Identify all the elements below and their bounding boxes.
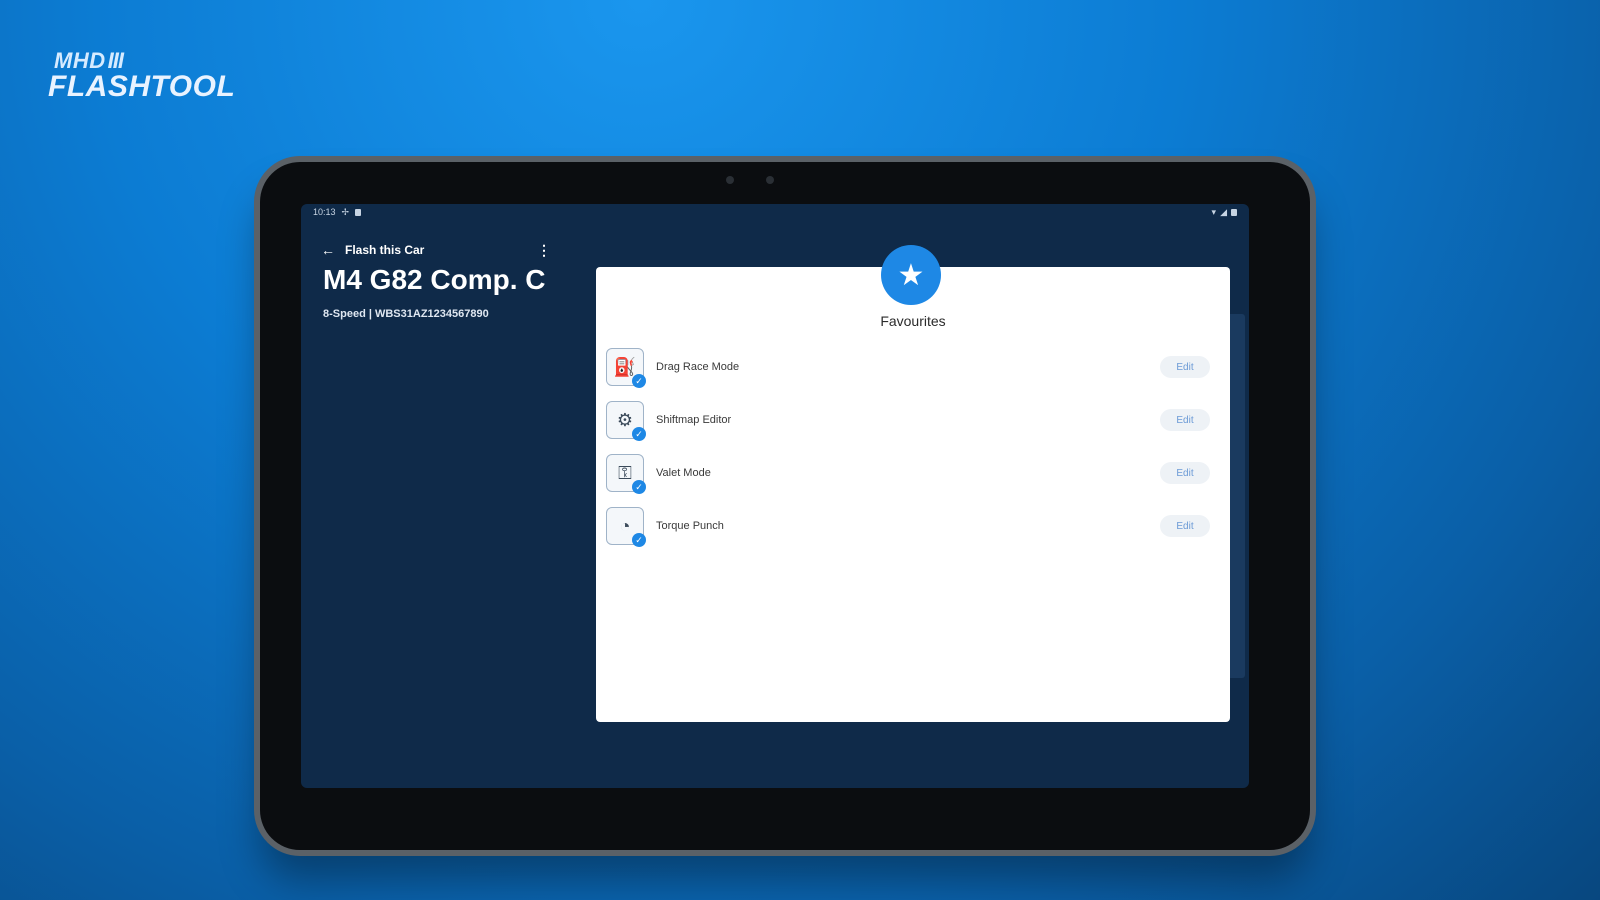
page-title: Flash this Car	[345, 243, 425, 257]
favourite-label: Shiftmap Editor	[656, 414, 732, 426]
brand-badge: MHDIII	[54, 48, 124, 73]
settings-icon: ✢	[341, 206, 350, 217]
check-icon: ✓	[632, 374, 646, 388]
brand-name: FLASHTOOL	[48, 70, 236, 103]
favourites-dialog: ★ Favourites ⛽ ✓ Drag Race Mode Edit ⚙ ✓ S…	[596, 245, 1230, 722]
car-name: M4 G82 Comp. C	[323, 264, 546, 295]
favourite-item[interactable]: ◔ ✓ Torque Punch Edit	[606, 506, 1210, 547]
wifi-icon: ▾	[1211, 206, 1217, 217]
check-icon: ✓	[632, 480, 646, 494]
favourite-label: Valet Mode	[656, 467, 711, 479]
brand-logo: MHDIII FLASHTOOL	[48, 50, 235, 102]
favourite-label: Drag Race Mode	[656, 361, 740, 373]
arrow-left-icon[interactable]: ←	[321, 242, 335, 258]
favourite-item[interactable]: ⚿ ✓ Valet Mode Edit	[606, 453, 1210, 494]
star-icon: ★	[881, 245, 941, 305]
more-vertical-icon[interactable]: ⋮	[537, 242, 551, 259]
favourite-label: Torque Punch	[656, 520, 724, 532]
favourite-item[interactable]: ⛽ ✓ Drag Race Mode Edit	[606, 347, 1210, 388]
edit-button[interactable]: Edit	[1160, 515, 1210, 537]
edit-button[interactable]: Edit	[1160, 462, 1210, 484]
dragrace-icon: ⛽ ✓	[606, 348, 646, 388]
battery-icon	[1231, 208, 1237, 216]
lock-icon	[355, 208, 362, 216]
dialog-title: Favourites	[880, 313, 946, 329]
favourite-item[interactable]: ⚙ ✓ Shiftmap Editor Edit	[606, 400, 1210, 441]
signal-icon: ◢	[1220, 206, 1227, 217]
tablet-frame: 10:13 ✢ ▾ ◢ ← Flash this Car ⋮ M4 G82 Co…	[260, 162, 1310, 850]
status-time: 10:13	[313, 207, 336, 217]
car-details: 8-Speed | WBS31AZ1234567890	[323, 308, 489, 320]
valet-icon: ⚿ ✓	[606, 454, 646, 494]
edit-button[interactable]: Edit	[1160, 409, 1210, 431]
app-bar: ← Flash this Car ⋮	[321, 240, 551, 260]
camera-dot	[766, 176, 774, 184]
check-icon: ✓	[632, 533, 646, 547]
status-bar: 10:13 ✢ ▾ ◢	[301, 204, 1249, 220]
gauge-icon: ◔ ✓	[606, 507, 646, 547]
app-screen: 10:13 ✢ ▾ ◢ ← Flash this Car ⋮ M4 G82 Co…	[301, 204, 1249, 788]
gearbox-icon: ⚙ ✓	[606, 401, 646, 441]
edit-button[interactable]: Edit	[1160, 356, 1210, 378]
camera-dot	[726, 176, 734, 184]
check-icon: ✓	[632, 427, 646, 441]
